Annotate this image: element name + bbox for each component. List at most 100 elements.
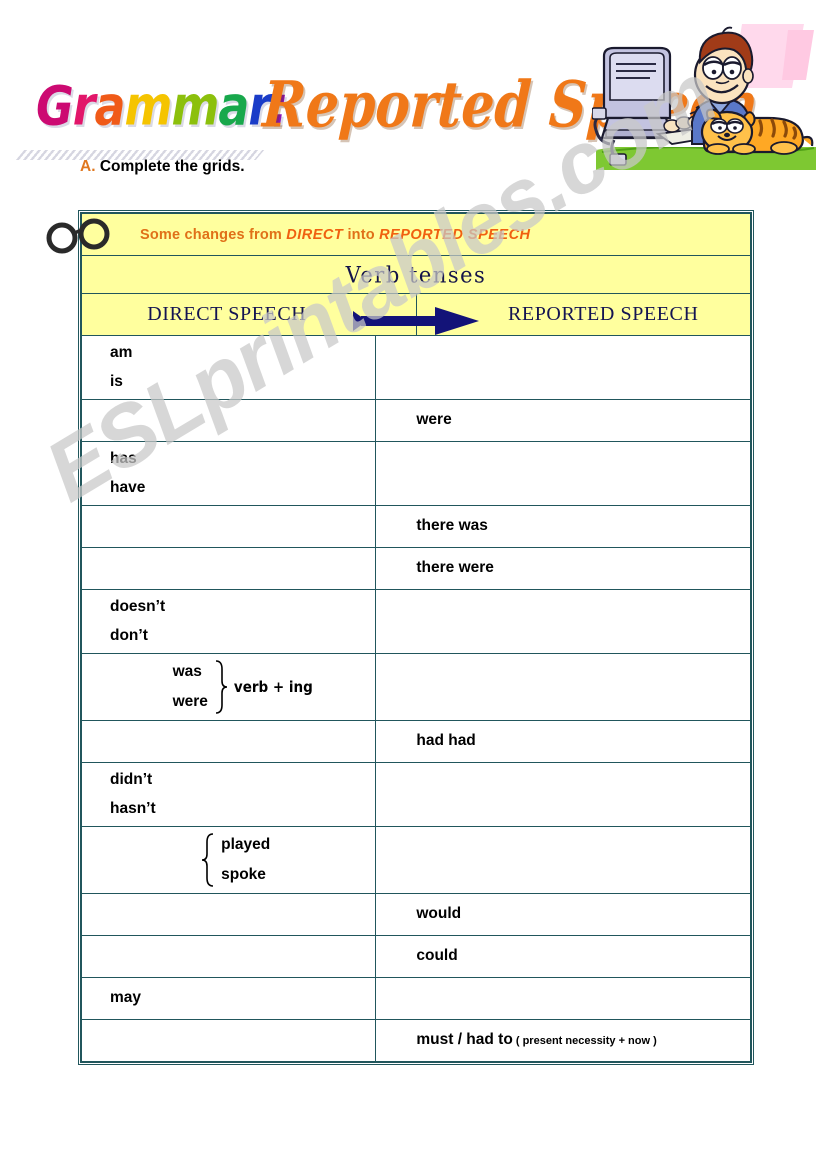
direct-speech-cell[interactable]: was were verb + ing [80, 653, 377, 721]
grid-term: were [416, 411, 452, 429]
term-stack: may [110, 990, 375, 1007]
direct-cell-content [82, 511, 375, 543]
grid-term-note: ( present necessity + now ) [512, 1035, 657, 1048]
grid-term: played [221, 836, 271, 854]
grid-banner-text: Some changes from DIRECT into REPORTED S… [140, 227, 531, 243]
reported-speech-cell[interactable]: were [375, 399, 751, 442]
direct-speech-cell[interactable] [80, 1019, 377, 1062]
reported-speech-cell[interactable] [375, 977, 751, 1020]
grid-term: have [110, 479, 146, 496]
reported-speech-cell[interactable]: there were [375, 547, 751, 590]
grid-term: there was [416, 517, 488, 535]
grid-row: may [80, 977, 751, 1020]
direct-speech-cell[interactable]: played spoke [80, 826, 377, 894]
grid-row: didn’t hasn’t [80, 762, 751, 827]
term-stack: doesn’t don’t [110, 598, 375, 645]
term-stack: there were [416, 559, 750, 577]
reported-cell-content: there was [376, 511, 750, 543]
grid-row: there were [80, 547, 751, 590]
term-stack: must / had to ( present necessity + now … [416, 1031, 750, 1049]
garfield-at-computer-clipart [591, 22, 820, 170]
reported-speech-cell[interactable] [375, 335, 751, 400]
grid-term: is [110, 373, 123, 390]
direct-speech-cell[interactable] [80, 893, 377, 936]
title-letter-2: a [94, 74, 125, 138]
grid-term: hasn’t [110, 800, 156, 817]
column-header-direct: DIRECT SPEECH [81, 293, 417, 336]
curly-brace-right-icon [215, 660, 227, 714]
direct-cell-content: has have [82, 446, 375, 502]
grid-term: was [172, 663, 202, 681]
direct-cell-content: didn’t hasn’t [82, 767, 375, 823]
direct-cell-content [82, 553, 375, 585]
direct-speech-cell[interactable] [80, 505, 377, 548]
grid-row: played spoke [80, 826, 751, 894]
grid-row: were [80, 399, 751, 442]
instruction-line: A. Complete the grids. [80, 158, 245, 176]
direct-cell-content: am is [82, 340, 375, 396]
reported-cell-content [376, 779, 750, 811]
direct-cell-content [82, 941, 375, 973]
grid-banner-cell: Some changes from DIRECT into REPORTED S… [81, 213, 751, 256]
reported-speech-cell[interactable]: could [375, 935, 751, 978]
direct-speech-cell[interactable] [80, 720, 377, 763]
title-letter-1: r [72, 74, 96, 138]
direct-speech-cell[interactable]: am is [80, 335, 377, 400]
grid-term: would [416, 905, 462, 923]
term-stack: would [416, 905, 750, 923]
reported-cell-content: were [376, 405, 750, 437]
grid-row: there was [80, 505, 751, 548]
direct-speech-cell[interactable]: may [80, 977, 377, 1020]
direct-cell-content [82, 1025, 375, 1057]
grid-term: am [110, 343, 133, 361]
reported-speech-cell[interactable] [375, 762, 751, 827]
direct-speech-cell[interactable]: doesn’t don’t [80, 589, 377, 654]
reported-speech-cell[interactable]: had had [375, 720, 751, 763]
reported-cell-content: had had [376, 726, 750, 758]
grid-term: don’t [110, 627, 148, 644]
verb-ing-annotation: verb + ing [233, 678, 313, 696]
grid-term: didn’t [110, 770, 153, 788]
direct-cell-content: doesn’t don’t [82, 594, 375, 650]
reported-cell-content [376, 352, 750, 384]
term-stack: were [416, 411, 750, 429]
reported-cell-content: would [376, 899, 750, 931]
reported-speech-cell[interactable]: there was [375, 505, 751, 548]
banner-reported-speech: REPORTED SPEECH [379, 226, 531, 243]
reported-speech-cell[interactable] [375, 589, 751, 654]
reported-cell-content: must / had to ( present necessity + now … [376, 1025, 750, 1057]
reported-speech-cell[interactable]: would [375, 893, 751, 936]
grid-row: must / had to ( present necessity + now … [80, 1019, 751, 1062]
grid-row: doesn’t don’t [80, 589, 751, 654]
reported-cell-content [376, 671, 750, 703]
grid-column-header-row: DIRECT SPEECH REPORTED SPEECH [81, 293, 751, 336]
direct-speech-cell[interactable] [80, 547, 377, 590]
reported-cell-content [376, 606, 750, 638]
direct-speech-cell[interactable]: has have [80, 441, 377, 506]
instruction-text: Complete the grids. [99, 158, 245, 175]
grid-banner-row: Some changes from DIRECT into REPORTED S… [81, 213, 751, 256]
glasses-icon [44, 213, 114, 257]
banner-direct: DIRECT [286, 226, 344, 243]
reported-speech-cell[interactable]: must / had to ( present necessity + now … [375, 1019, 751, 1062]
grid-row: am is [80, 335, 751, 400]
reported-speech-cell[interactable] [375, 826, 751, 894]
direct-cell-content: was were verb + ing [82, 654, 375, 720]
grid-term: must / had to ( present necessity + now … [416, 1031, 657, 1049]
banner-part1: Some changes from [140, 226, 287, 243]
term-stack: could [416, 947, 750, 965]
grid-row: had had [80, 720, 751, 763]
grid-term: were [172, 692, 208, 710]
direct-speech-cell[interactable] [80, 399, 377, 442]
reported-speech-cell[interactable] [375, 441, 751, 506]
title-letter-3: m [124, 74, 173, 138]
grid-term: there were [416, 559, 494, 577]
title-letter-4: m [171, 74, 219, 138]
direct-speech-cell[interactable]: didn’t hasn’t [80, 762, 377, 827]
title-letter-0: G [36, 74, 74, 138]
direct-speech-cell[interactable] [80, 935, 377, 978]
reported-speech-cell[interactable] [375, 653, 751, 721]
reported-cell-content [376, 983, 750, 1015]
grid-row: has have [80, 441, 751, 506]
grid-term: could [416, 947, 458, 965]
